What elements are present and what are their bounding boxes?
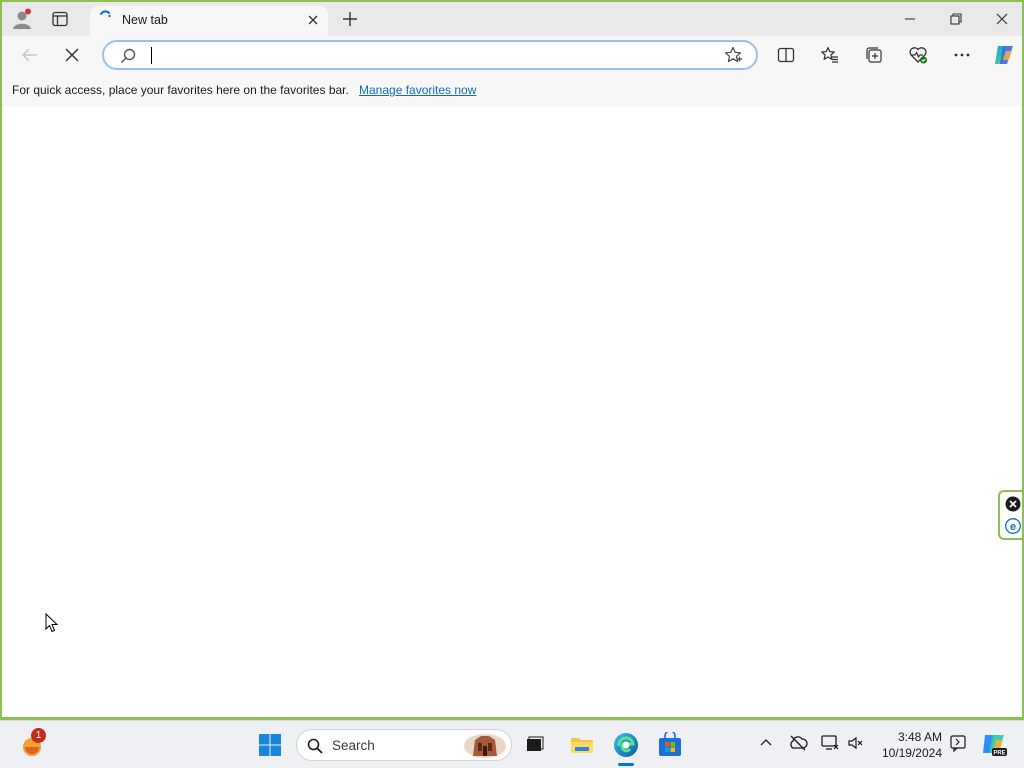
window-close-button[interactable]	[988, 7, 1016, 31]
address-bar[interactable]	[102, 40, 758, 70]
tab-title: New tab	[122, 13, 168, 27]
taskbar: 1 Search 3:48 AM 10/19/2024 PRE	[0, 720, 1024, 768]
copilot-pre-icon: PRE	[983, 735, 1007, 757]
close-icon	[308, 15, 318, 25]
star-icon[interactable]	[724, 46, 742, 64]
plus-icon	[343, 12, 357, 26]
volume-tray-button[interactable]	[846, 733, 866, 753]
clock-time: 3:48 AM	[897, 730, 942, 744]
favorites-bar-message: For quick access, place your favorites h…	[12, 83, 349, 97]
volume-muted-icon	[848, 736, 863, 750]
side-widget: e	[998, 490, 1022, 540]
favorites-button[interactable]	[816, 41, 844, 69]
svg-text:e: e	[1010, 521, 1016, 533]
restore-button[interactable]	[942, 7, 970, 31]
network-icon	[821, 735, 839, 750]
edge-icon	[614, 733, 638, 757]
tab-actions-button[interactable]	[46, 5, 74, 33]
heart-pulse-icon	[909, 47, 927, 64]
tab-close-button[interactable]	[304, 11, 322, 29]
manage-favorites-link[interactable]: Manage favorites now	[359, 83, 476, 97]
clock-date: 10/19/2024	[881, 746, 942, 760]
search-icon	[120, 48, 136, 64]
minimize-icon	[905, 18, 915, 20]
tab-strip: New tab	[2, 2, 1022, 36]
copilot-button[interactable]	[990, 41, 1018, 69]
copilot-icon	[995, 46, 1013, 64]
taskbar-search-label: Search	[332, 738, 375, 753]
folder-icon	[571, 738, 593, 753]
task-view-button[interactable]	[518, 729, 550, 761]
browser-essentials-button[interactable]	[904, 41, 932, 69]
taskbar-search-box[interactable]: Search	[296, 729, 512, 761]
active-app-indicator	[618, 763, 634, 766]
split-screen-icon	[777, 47, 795, 63]
store-icon	[659, 732, 681, 756]
search-icon	[307, 738, 323, 754]
profile-button[interactable]	[8, 5, 36, 33]
collections-icon	[866, 47, 882, 63]
page-content	[2, 106, 1022, 717]
tab-new-tab[interactable]: New tab	[90, 6, 328, 36]
notification-center-button[interactable]	[948, 733, 968, 753]
text-caret	[151, 47, 152, 64]
windows-logo-icon	[259, 734, 281, 756]
navigation-toolbar	[2, 36, 1022, 74]
loading-spinner-icon	[100, 10, 111, 18]
back-button[interactable]	[16, 41, 44, 69]
chevron-up-icon	[760, 739, 772, 746]
back-arrow-icon	[21, 48, 37, 62]
notification-badge: 1	[31, 728, 46, 743]
microsoft-store-button[interactable]	[654, 729, 686, 761]
notification-icon	[950, 735, 966, 752]
collections-button[interactable]	[860, 41, 888, 69]
cloud-offline-icon	[790, 735, 808, 751]
svg-text:PRE: PRE	[993, 751, 1005, 757]
new-tab-button[interactable]	[336, 5, 364, 33]
network-tray-button[interactable]	[820, 733, 840, 753]
address-input[interactable]	[150, 46, 710, 66]
task-view-icon	[527, 736, 544, 751]
close-circle-icon[interactable]	[1005, 496, 1021, 512]
profile-icon	[13, 8, 31, 29]
favorites-bar: For quick access, place your favorites h…	[2, 74, 1022, 106]
close-icon	[996, 13, 1008, 25]
start-button[interactable]	[254, 729, 286, 761]
mouse-pointer-icon	[45, 613, 59, 633]
show-hidden-icons-button[interactable]	[756, 733, 776, 753]
stop-loading-button[interactable]	[58, 41, 86, 69]
minimize-button[interactable]	[896, 7, 924, 31]
edge-extension-icon[interactable]: e	[1005, 518, 1021, 534]
settings-and-more-button[interactable]	[948, 41, 976, 69]
file-explorer-button[interactable]	[566, 729, 598, 761]
copilot-taskbar-button[interactable]: PRE	[980, 730, 1008, 758]
stop-icon	[65, 48, 79, 62]
restore-icon	[950, 13, 962, 25]
clock[interactable]: 3:48 AM 10/19/2024	[872, 729, 942, 761]
browser-window: New tab For quick access, place your fav…	[0, 0, 1024, 720]
favorites-icon	[821, 46, 838, 63]
edge-taskbar-button[interactable]	[610, 729, 642, 761]
onedrive-tray-button[interactable]	[788, 733, 808, 753]
search-highlight-image	[464, 734, 506, 758]
tab-actions-icon	[52, 11, 68, 27]
more-icon	[954, 53, 970, 57]
split-screen-button[interactable]	[772, 41, 800, 69]
